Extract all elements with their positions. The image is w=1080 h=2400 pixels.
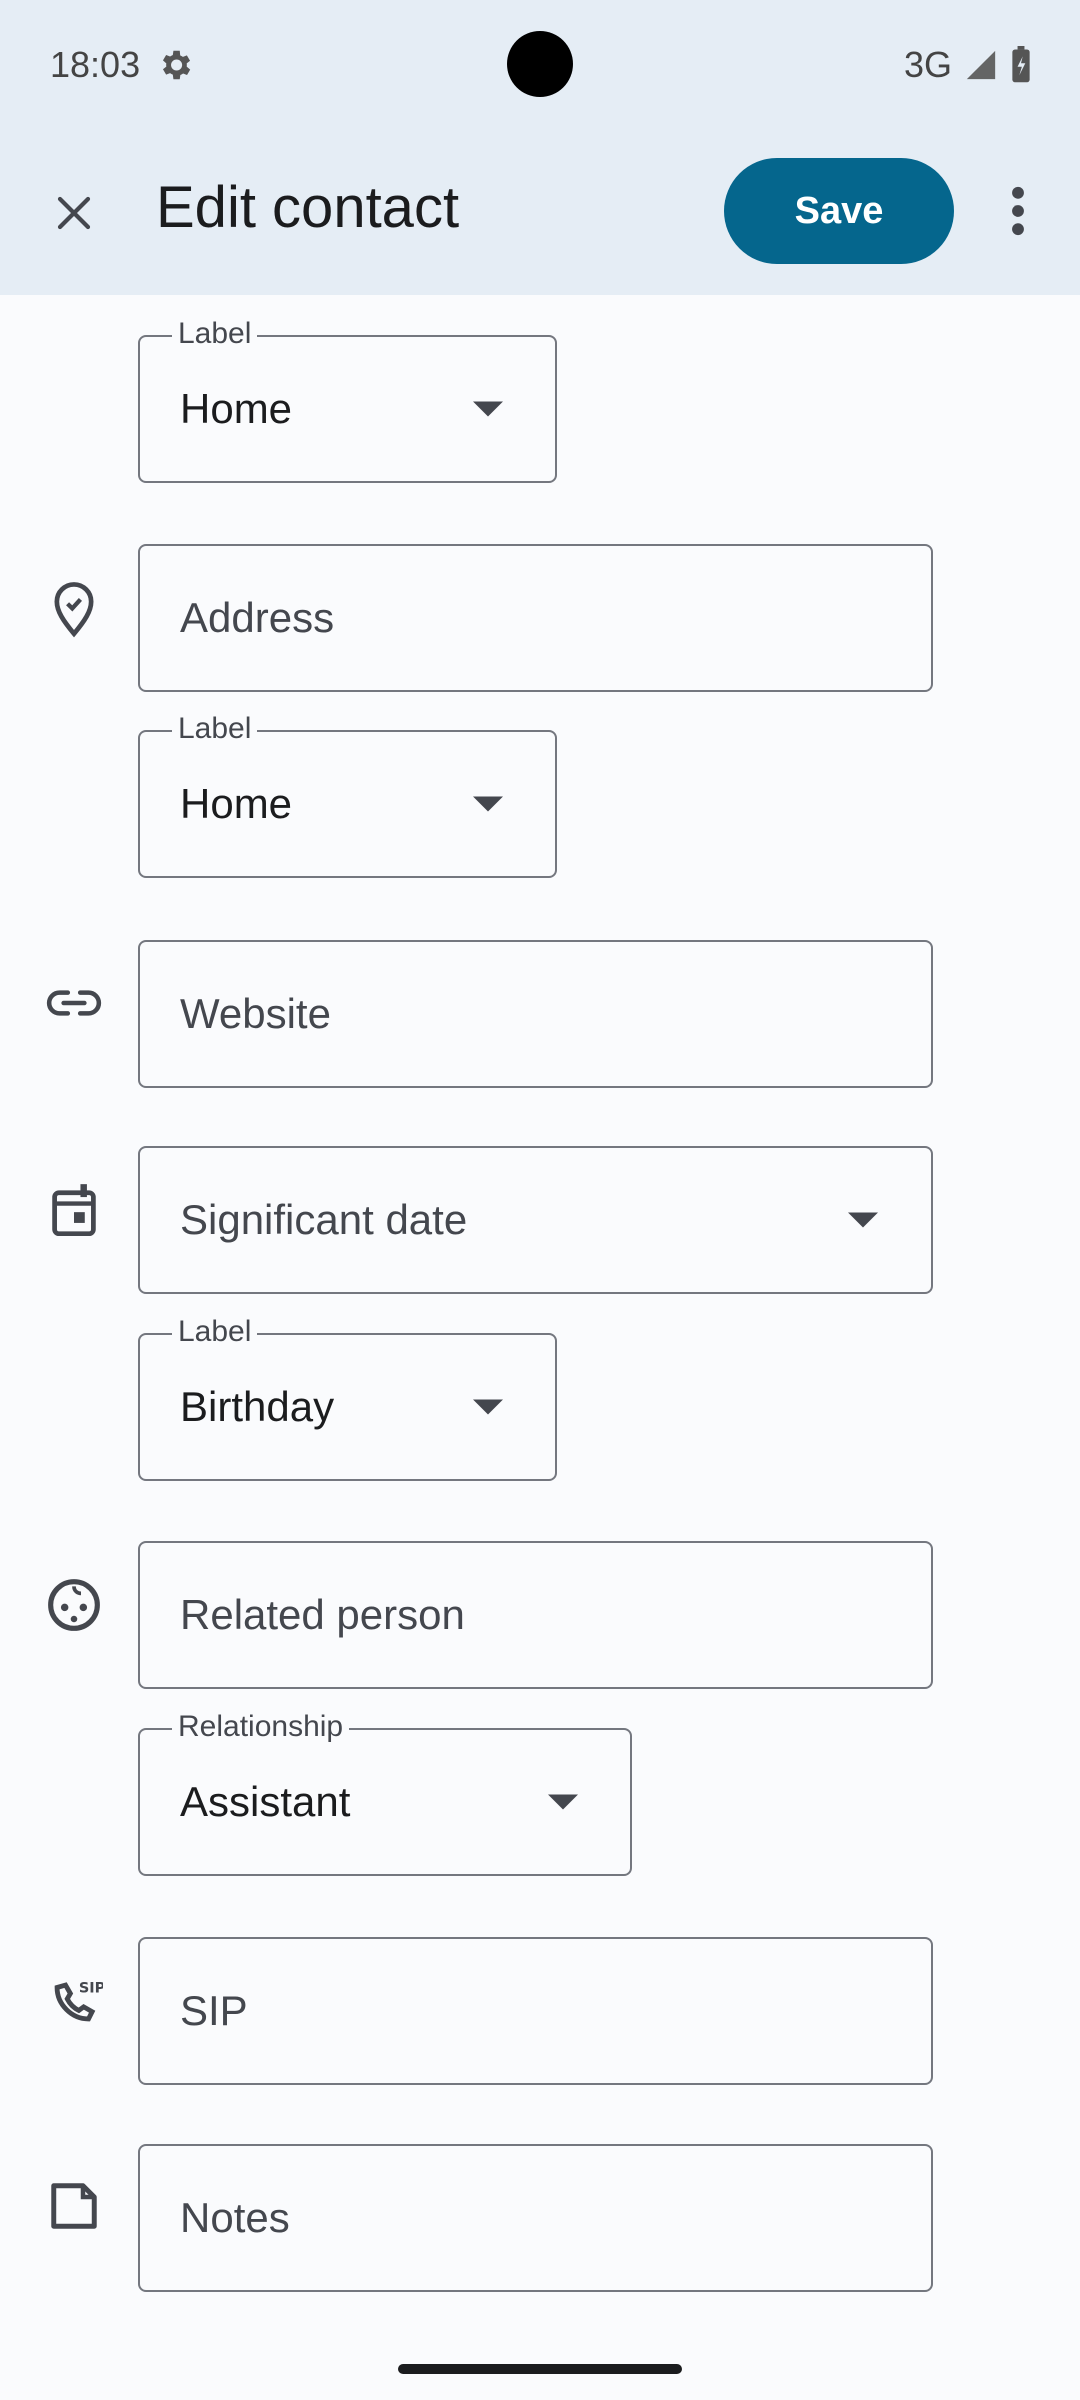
website-icon-wrap [42,971,106,1035]
sticky-note-icon [51,2183,97,2229]
status-bar: 18:03 3G [0,0,1080,130]
save-button[interactable]: Save [724,158,954,264]
address-input[interactable]: Address [138,544,933,692]
status-time: 18:03 [50,44,141,85]
face-icon [48,1579,100,1631]
sip-row: SIP SIP [0,1922,1080,2127]
related-person-placeholder: Related person [180,1591,465,1638]
arrow-drop-down-icon [548,1794,578,1810]
camera-cutout [507,31,573,97]
arrow-drop-down-icon [473,401,503,417]
address-label-dropdown-arrow[interactable] [421,732,555,876]
svg-text:SIP: SIP [79,1980,103,1996]
phone-label-value: Home [180,385,293,432]
related-person-row: Related person Assistant Relationship [0,1527,1080,1921]
website-input[interactable]: Website [138,940,933,1088]
address-label-value: Home [180,780,293,827]
phone-label-dropdown-arrow[interactable] [421,337,555,481]
sip-input[interactable]: SIP [138,1937,933,2085]
significant-date-row: Significant date Birthday Label [0,1131,1080,1526]
related-person-icon-wrap [42,1573,106,1637]
relationship-dropdown-arrow[interactable] [496,1730,630,1874]
arrow-drop-down-icon [473,1399,503,1415]
network-type: 3G [903,44,952,85]
status-left: 18:03 [50,44,194,86]
date-label-value: Birthday [180,1383,335,1430]
notes-input[interactable]: Notes [138,2144,933,2292]
notes-placeholder: Notes [180,2194,290,2241]
phone-label-row: Home Label [0,295,1080,529]
address-row: Address Home Label [0,530,1080,924]
app-bar: Edit contact Save [0,130,1080,295]
signal-icon [966,50,996,80]
arrow-drop-down-icon [473,796,503,812]
related-person-input[interactable]: Related person [138,1541,933,1689]
address-placeholder: Address [180,594,335,641]
sip-icon-wrap: SIP [42,1970,106,2034]
arrow-drop-down-icon [848,1212,878,1228]
phone-label-caption: Label [172,317,258,351]
significant-date-dropdown-arrow[interactable] [795,1148,931,1292]
notes-icon-wrap [42,2174,106,2238]
date-label-dropdown[interactable]: Birthday [138,1333,557,1481]
close-icon [57,196,91,230]
phone-label-dropdown[interactable]: Home [138,335,557,483]
page-title: Edit contact [156,175,460,240]
website-row: Website [0,925,1080,1130]
battery-icon [1012,46,1030,83]
address-label-dropdown[interactable]: Home [138,730,557,878]
significant-date-dropdown[interactable]: Significant date [138,1146,933,1294]
address-label-caption: Label [172,712,258,746]
more-vert-icon [1012,186,1024,236]
significant-date-placeholder: Significant date [180,1196,468,1243]
home-indicator[interactable] [398,2364,682,2374]
calendar-event-icon [52,1184,96,1237]
website-placeholder: Website [180,990,331,1037]
sip-placeholder: SIP [180,1987,248,2034]
relationship-value: Assistant [180,1778,351,1825]
address-icon-wrap [42,576,106,640]
notes-row: Notes [0,2128,1080,2334]
close-button[interactable] [0,138,148,288]
sip-call-icon: SIP [54,1980,103,2022]
link-icon [46,990,102,1016]
relationship-caption: Relationship [172,1710,350,1744]
date-label-caption: Label [172,1315,258,1349]
location-icon [54,582,94,638]
relationship-dropdown[interactable]: Assistant [138,1728,632,1876]
more-options-button[interactable] [956,148,1080,274]
status-right: 3G [904,44,1032,86]
settings-icon [163,50,191,80]
date-icon-wrap [42,1178,106,1242]
date-label-dropdown-arrow[interactable] [421,1335,555,1479]
